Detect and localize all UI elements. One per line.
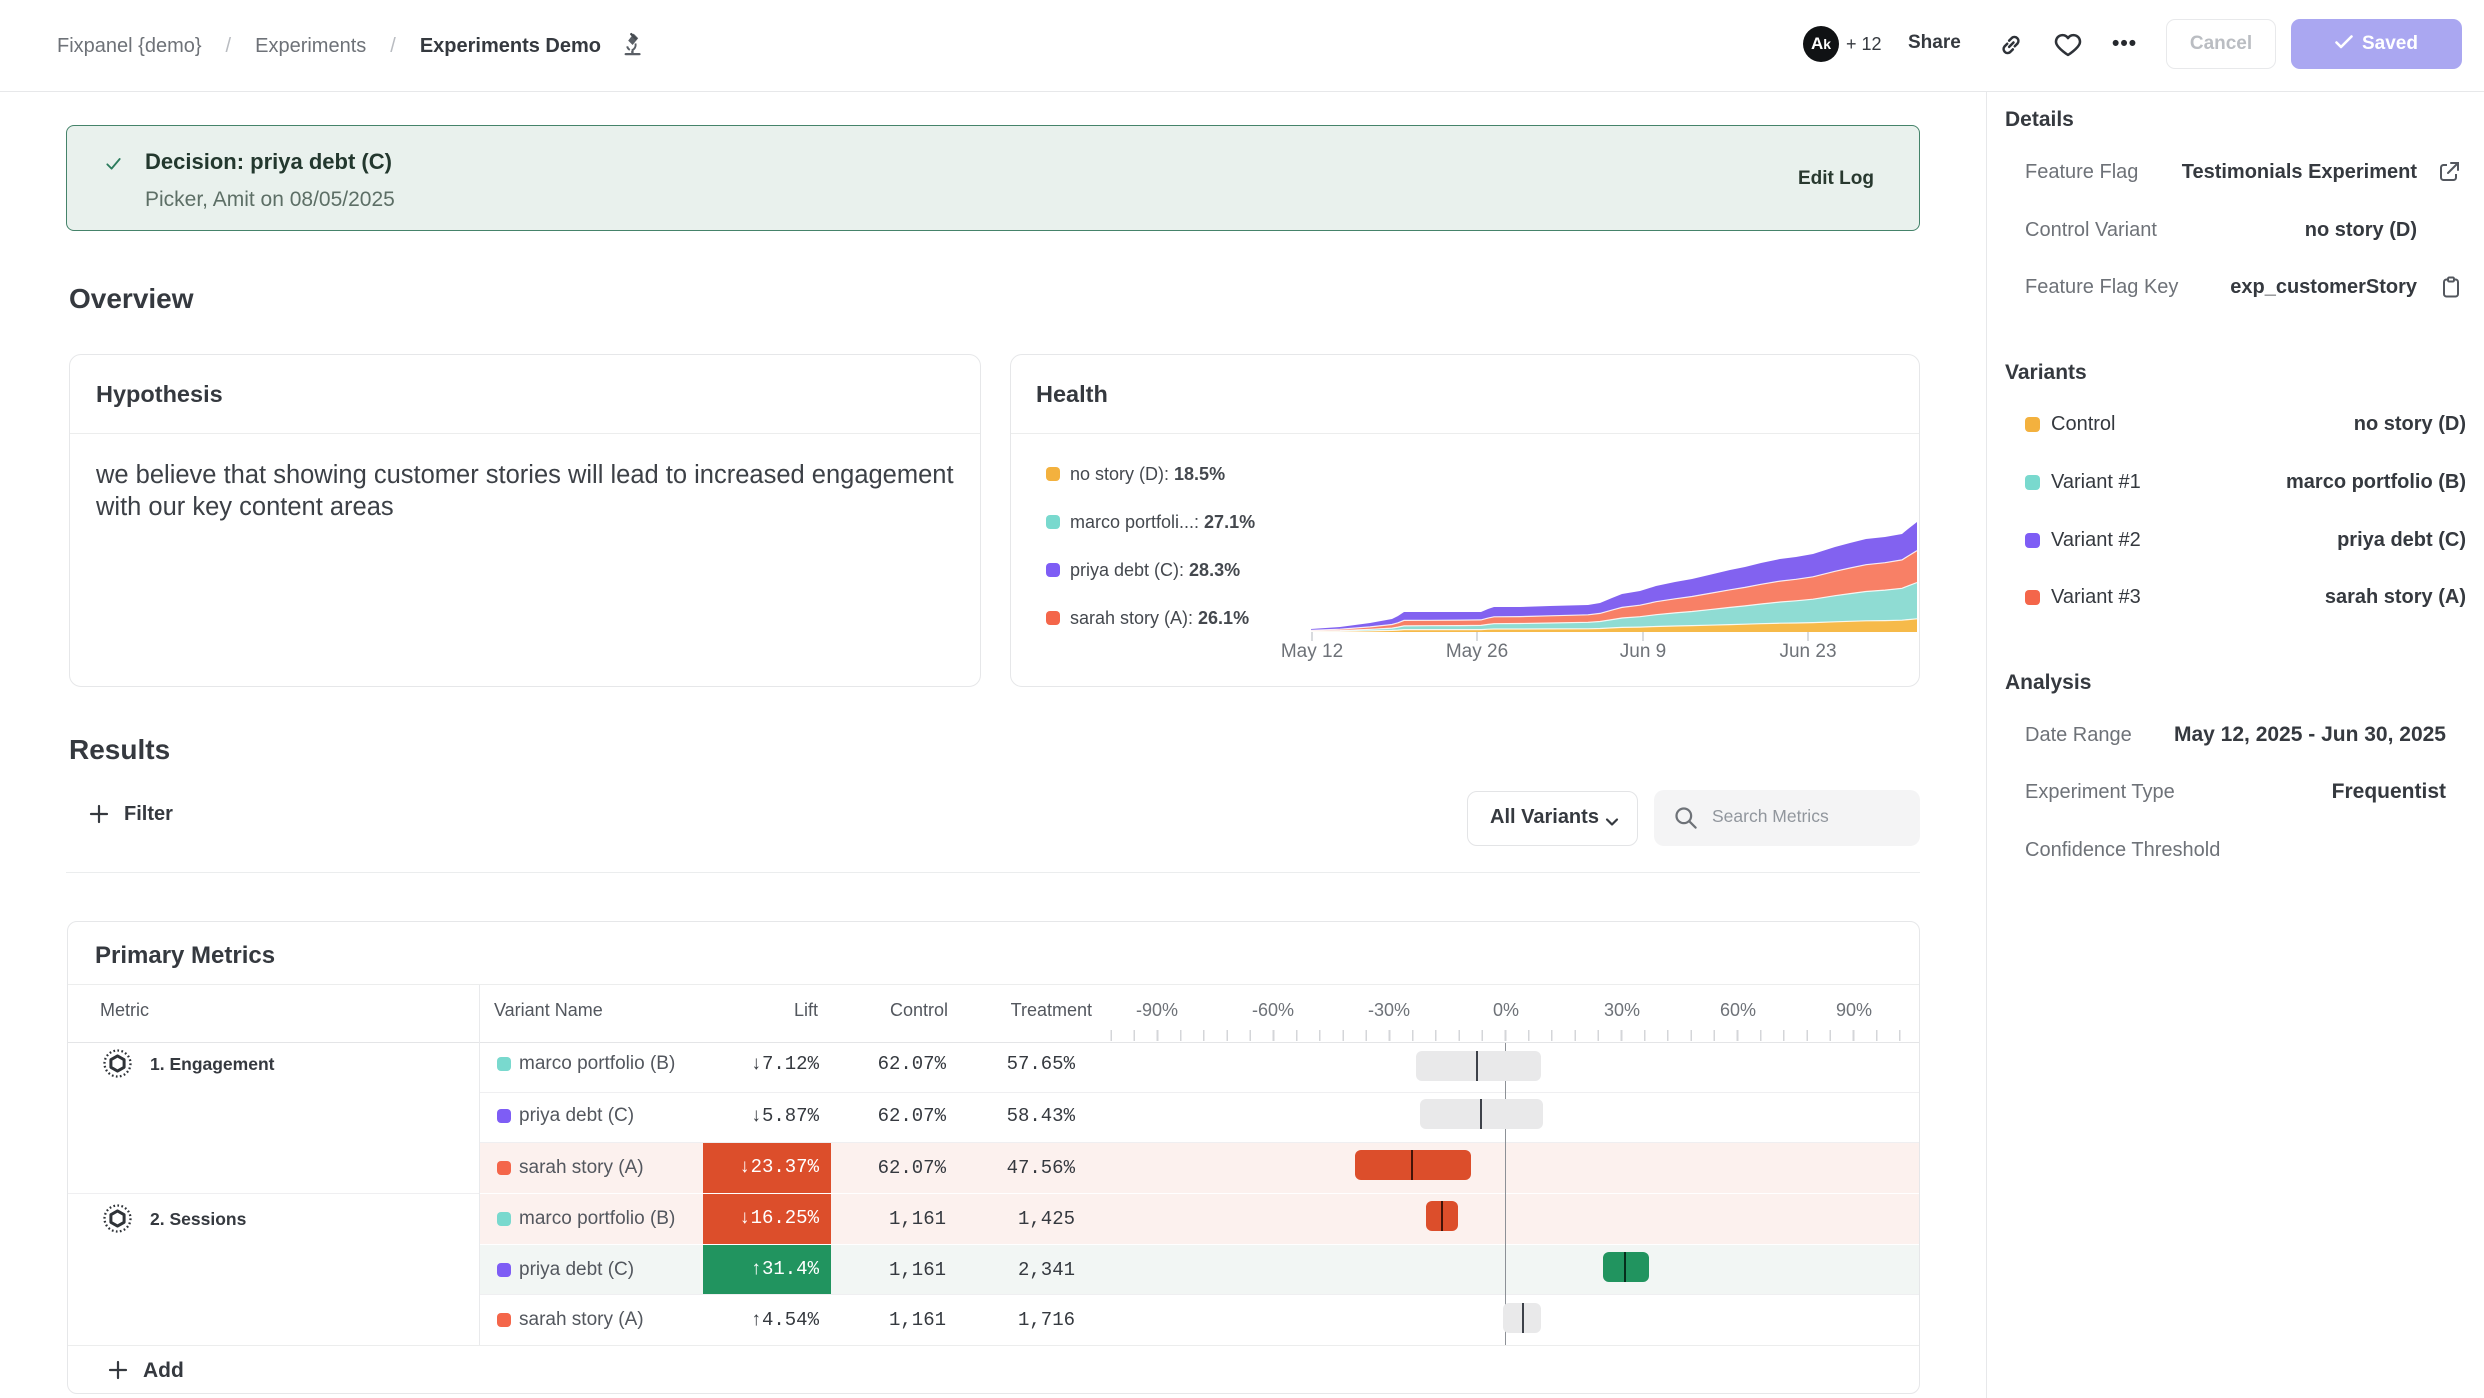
svg-text:Jun 9: Jun 9	[1620, 641, 1666, 662]
svg-text:May 12: May 12	[1281, 641, 1343, 662]
svg-text:May 26: May 26	[1446, 641, 1508, 662]
svg-text:Jun 23: Jun 23	[1779, 641, 1836, 662]
